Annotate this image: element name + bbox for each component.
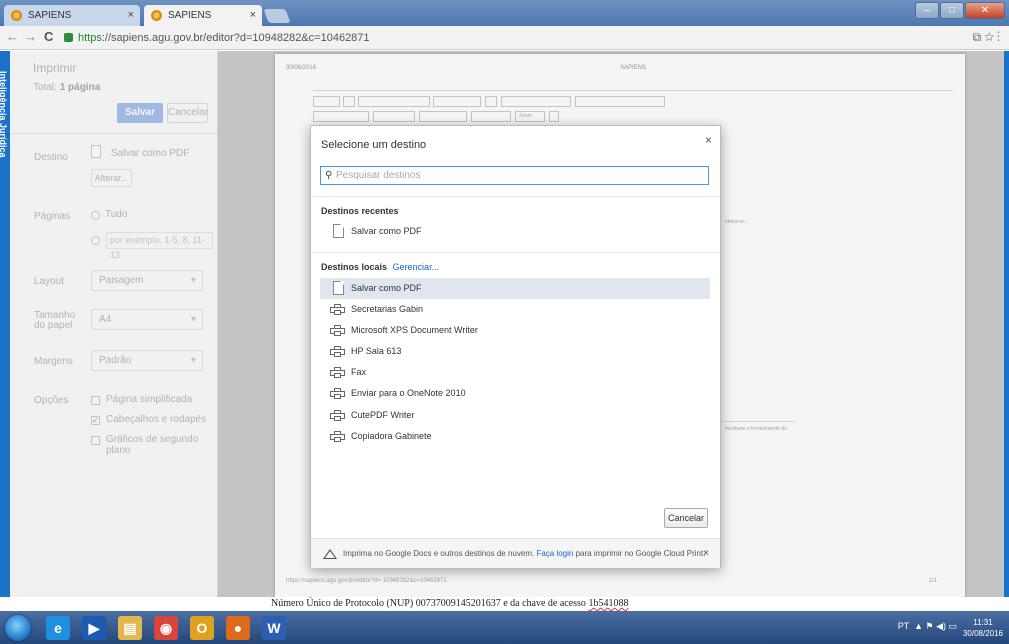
destination-label: Salvar como PDF (351, 226, 422, 236)
destination-item[interactable]: Secretarias Gabin (320, 299, 710, 320)
media-player-taskbar-icon[interactable]: ▶ (82, 616, 106, 640)
local-destinations-title: Destinos locais Gerenciar... (321, 262, 439, 272)
sapiens-favicon-icon (151, 10, 162, 21)
tray-icons[interactable]: ▲ ⚑ ◀) ▭ (912, 621, 957, 631)
login-link[interactable]: Faça login (536, 549, 573, 558)
magnifier-icon: ⚲ (325, 170, 333, 181)
destination-item[interactable]: Microsoft XPS Document Writer (320, 320, 710, 341)
reload-icon[interactable]: C (44, 29, 53, 44)
browser-tab-2[interactable]: SAPIENS × (144, 5, 262, 26)
toolbar-action-icons[interactable]: ⧉☆⋮ (973, 30, 1003, 45)
language-indicator[interactable]: PT (898, 621, 909, 631)
dialog-close-icon[interactable]: × (705, 133, 712, 147)
browser-toolbar: ← → C https://sapiens.agu.gov.br/editor?… (0, 26, 1009, 50)
url-scheme: https (78, 32, 102, 44)
tab-title: SAPIENS (168, 10, 212, 21)
nup-key: 1b541088 (588, 598, 629, 609)
side-panel-label: Inteligência Jurídica (0, 71, 8, 158)
search-destinations-input[interactable]: ⚲ Pesquisar destinos (320, 166, 709, 185)
tab-close-icon[interactable]: × (128, 5, 134, 26)
footer-close-icon[interactable]: × (703, 539, 709, 569)
destination-item[interactable]: Salvar como PDF (320, 278, 710, 299)
side-panel-strip[interactable]: Inteligência Jurídica (0, 51, 10, 611)
maximize-button[interactable]: □ (940, 2, 964, 19)
clock[interactable]: 11:31 30/08/2016 (963, 617, 1003, 639)
printer-icon (330, 431, 345, 442)
pdf-icon (333, 281, 344, 295)
close-window-button[interactable]: ✕ (965, 2, 1005, 19)
footer-text: Imprima no Google Docs e outros destinos… (343, 549, 537, 558)
nup-label: Número Único de Protocolo (NUP) 00737009… (271, 598, 589, 609)
back-arrow-icon[interactable]: ← (6, 29, 19, 44)
system-tray: PT ▲ ⚑ ◀) ▭ (898, 621, 957, 632)
lock-icon (64, 33, 73, 42)
outlook-taskbar-icon[interactable]: O (190, 616, 214, 640)
tab-close-icon[interactable]: × (250, 5, 256, 26)
title-bar: SAPIENS × SAPIENS × – □ ✕ (0, 0, 1009, 26)
destination-label: Enviar para o OneNote 2010 (351, 388, 466, 398)
minimize-button[interactable]: – (915, 2, 939, 19)
destination-label: Copiadora Gabinete (351, 431, 432, 441)
clock-time: 11:31 (973, 618, 993, 627)
destination-item[interactable]: HP Sala 613 (320, 341, 710, 362)
cloud-print-footer: Imprima no Google Docs e outros destinos… (311, 538, 720, 568)
destination-dialog: Selecione um destino × ⚲ Pesquisar desti… (310, 125, 721, 568)
destination-label: Secretarias Gabin (351, 304, 424, 314)
destination-label: HP Sala 613 (351, 346, 402, 356)
manage-link[interactable]: Gerenciar... (393, 262, 440, 272)
printer-icon (330, 304, 345, 315)
address-bar[interactable]: https://sapiens.agu.gov.br/editor?d=1094… (62, 29, 988, 47)
clock-date: 30/08/2016 (962, 629, 1003, 638)
footer-text-2: para imprimir no Google Cloud Print. (573, 549, 706, 558)
dialog-title: Selecione um destino (321, 139, 427, 151)
browser-viewport: Inteligência Jurídica Imprimir Total: 1 … (0, 51, 1009, 611)
cloud-icon (323, 549, 337, 559)
destination-item[interactable]: Enviar para o OneNote 2010 (320, 383, 710, 404)
destination-label: Salvar como PDF (351, 283, 422, 293)
firefox-taskbar-icon[interactable]: ● (226, 616, 250, 640)
divider (311, 252, 720, 253)
tab-title: SAPIENS (28, 10, 72, 21)
chrome-taskbar-icon[interactable]: ◉ (154, 616, 178, 640)
dialog-cancel-button[interactable]: Cancelar (664, 508, 708, 528)
printer-icon (330, 388, 345, 399)
file-explorer-taskbar-icon[interactable]: ▤ (118, 616, 142, 640)
new-tab-button[interactable] (263, 9, 291, 23)
nup-text: Número Único de Protocolo (NUP) 00737009… (0, 597, 1009, 611)
url-path: ://sapiens.agu.gov.br/editor?d=10948282&… (101, 32, 370, 44)
printer-icon (330, 346, 345, 357)
pdf-icon (333, 224, 344, 238)
browser-tab-1[interactable]: SAPIENS × (4, 5, 140, 26)
recent-destinations-title: Destinos recentes (321, 206, 399, 216)
destination-item[interactable]: Fax (320, 362, 710, 383)
destination-label: Fax (351, 367, 367, 377)
window-controls: – □ ✕ (915, 2, 1005, 19)
taskbar: e ▶ ▤ ◉ O ● W PT ▲ ⚑ ◀) ▭ 11:31 30/08/2016 (0, 611, 1009, 644)
destination-item[interactable]: CutePDF Writer (320, 405, 710, 426)
printer-icon (330, 367, 345, 378)
forward-arrow-icon[interactable]: → (24, 29, 37, 44)
destination-label: CutePDF Writer (351, 410, 415, 420)
printer-icon (330, 410, 345, 421)
start-button[interactable] (5, 615, 31, 641)
local-title-text: Destinos locais (321, 262, 388, 272)
destination-label: Microsoft XPS Document Writer (351, 325, 478, 335)
divider (311, 196, 720, 197)
internet-explorer-taskbar-icon[interactable]: e (46, 616, 70, 640)
printer-icon (330, 325, 345, 336)
word-taskbar-icon[interactable]: W (262, 616, 286, 640)
right-panel-strip (1004, 51, 1009, 611)
destination-item[interactable]: Copiadora Gabinete (320, 426, 710, 447)
search-placeholder: Pesquisar destinos (336, 170, 421, 181)
destination-item[interactable]: Salvar como PDF (320, 221, 710, 242)
sapiens-favicon-icon (11, 10, 22, 21)
